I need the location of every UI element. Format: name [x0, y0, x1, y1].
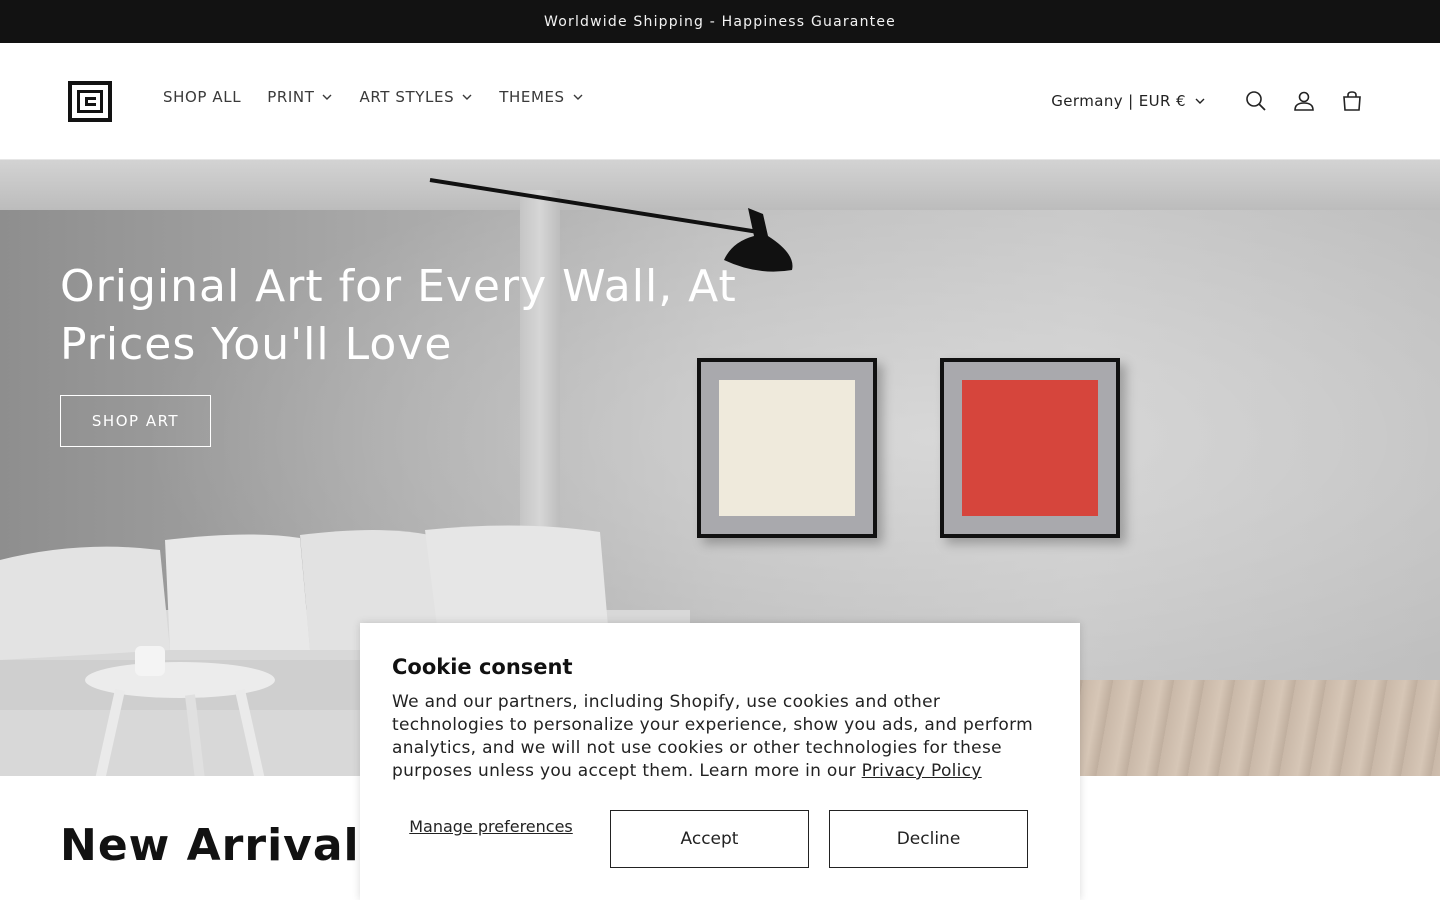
- hero-title: Original Art for Every Wall, At Prices Y…: [60, 261, 737, 370]
- shop-art-button[interactable]: SHOP ART: [60, 395, 211, 447]
- main-nav: SHOP ALL PRINT ART STYLES THEMES: [163, 88, 610, 106]
- cookie-actions: Manage preferences Accept Decline: [392, 810, 1048, 868]
- nav-item-label: ART STYLES: [359, 88, 455, 106]
- new-arrivals-heading: New Arrivals: [60, 820, 387, 871]
- announcement-text: Worldwide Shipping - Happiness Guarantee: [544, 13, 896, 30]
- account-icon: [1294, 91, 1314, 111]
- side-table-image: [85, 646, 275, 776]
- account-button[interactable]: [1284, 81, 1324, 121]
- accept-button[interactable]: Accept: [610, 810, 809, 868]
- framed-artwork-dancers: [697, 358, 877, 538]
- header-actions: Germany | EUR €: [1051, 81, 1372, 121]
- store-logo-icon[interactable]: [68, 81, 112, 122]
- nav-item-label: PRINT: [267, 88, 315, 106]
- chevron-down-icon: [573, 94, 583, 100]
- cart-icon: [1343, 91, 1361, 111]
- chevron-down-icon: [1195, 98, 1205, 104]
- search-button[interactable]: [1236, 81, 1276, 121]
- site-header: SHOP ALL PRINT ART STYLES THEMES Germany…: [0, 43, 1440, 160]
- privacy-policy-link[interactable]: Privacy Policy: [862, 761, 982, 781]
- chevron-down-icon: [322, 94, 332, 100]
- nav-item-shop-all[interactable]: SHOP ALL: [163, 88, 241, 106]
- nav-item-print[interactable]: PRINT: [267, 88, 333, 106]
- search-icon: [1246, 91, 1266, 111]
- manage-preferences-link[interactable]: Manage preferences: [392, 817, 590, 837]
- ceiling-beam: [0, 160, 1440, 210]
- nav-item-themes[interactable]: THEMES: [499, 88, 583, 106]
- locale-selector[interactable]: Germany | EUR €: [1051, 92, 1206, 110]
- chevron-down-icon: [462, 94, 472, 100]
- nav-item-label: THEMES: [499, 88, 565, 106]
- cookie-text: We and our partners, including Shopify, …: [392, 691, 1048, 783]
- cookie-consent-dialog: Cookie consent We and our partners, incl…: [360, 623, 1080, 900]
- framed-artwork-faces: [940, 358, 1120, 538]
- locale-label: Germany | EUR €: [1051, 92, 1186, 110]
- nav-item-label: SHOP ALL: [163, 88, 242, 106]
- announcement-bar: Worldwide Shipping - Happiness Guarantee: [0, 0, 1440, 43]
- cart-button[interactable]: [1332, 81, 1372, 121]
- cookie-title: Cookie consent: [392, 655, 573, 679]
- nav-item-art-styles[interactable]: ART STYLES: [359, 88, 473, 106]
- decline-button[interactable]: Decline: [829, 810, 1028, 868]
